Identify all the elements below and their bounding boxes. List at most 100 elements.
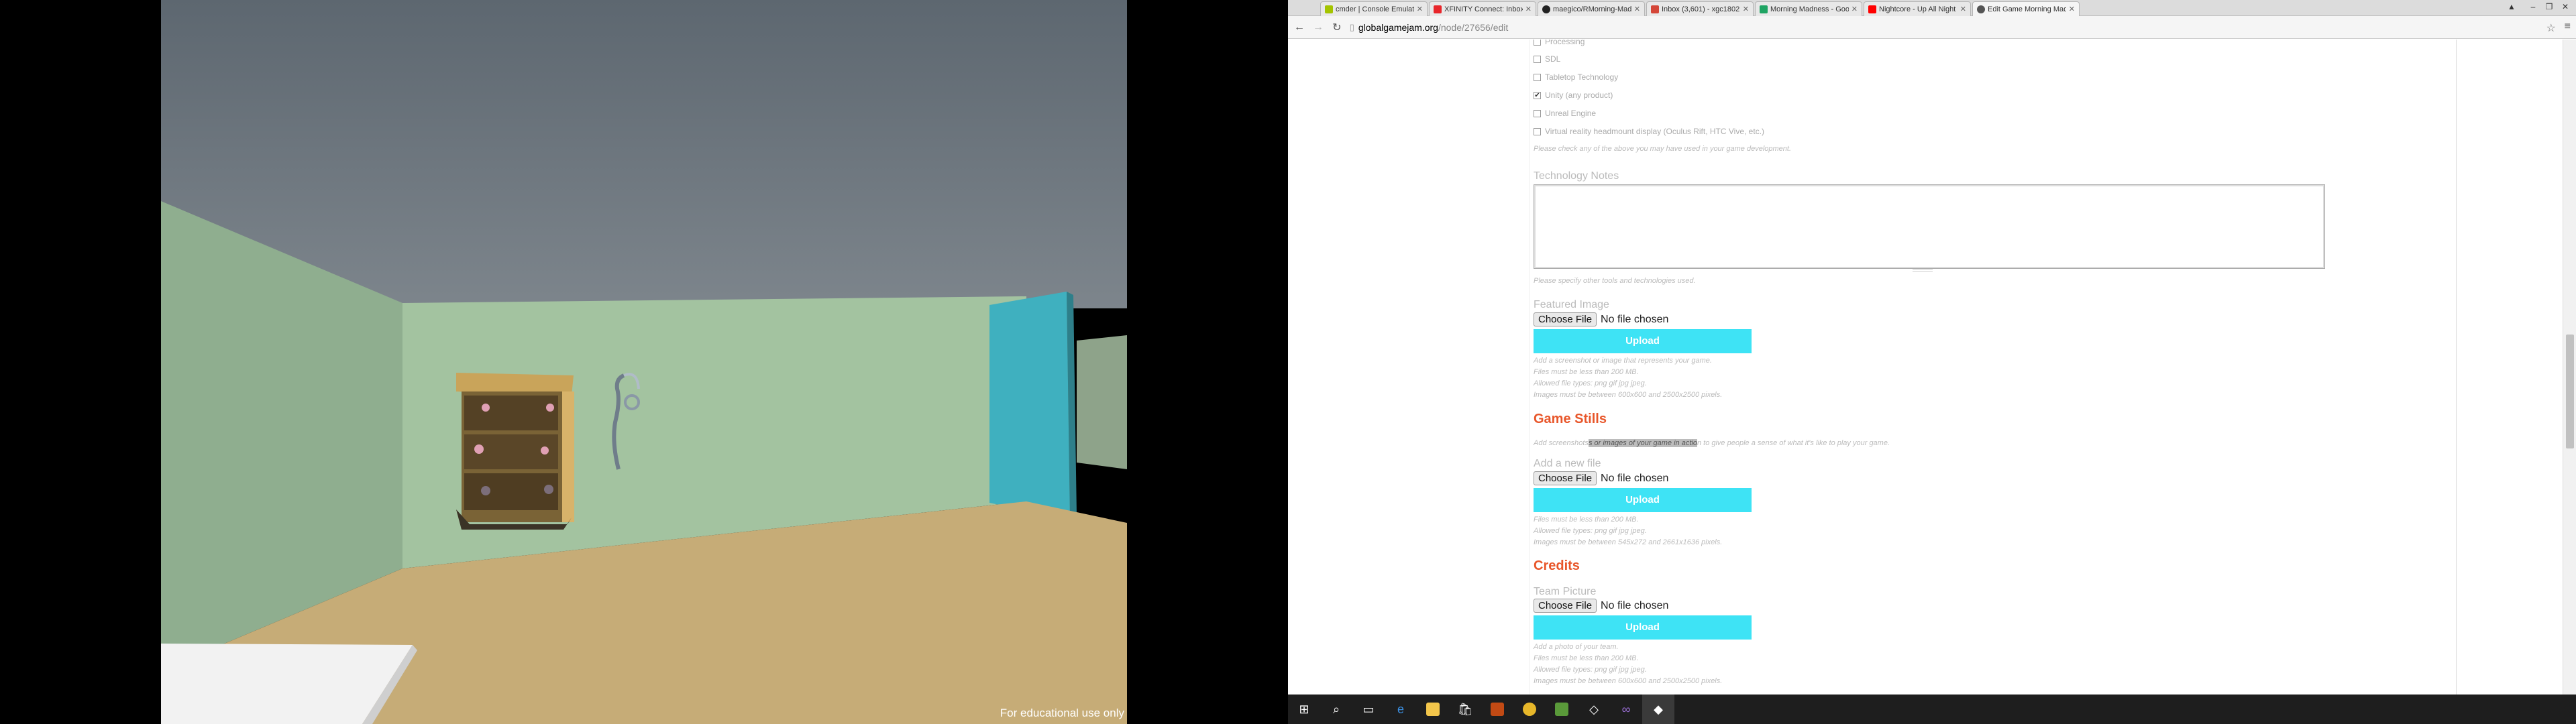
unity-icon[interactable]: ◇ [1578, 695, 1610, 724]
checkbox[interactable] [1534, 55, 1541, 63]
file-explorer-icon[interactable] [1417, 695, 1449, 724]
close-icon[interactable]: ✕ [1417, 5, 1423, 13]
tab-cmder[interactable]: cmder | Console Emulator ✕ [1320, 1, 1428, 16]
tab-title: XFINITY Connect: Inbox | X [1444, 5, 1523, 13]
visual-studio-icon[interactable]: ∞ [1610, 695, 1642, 724]
store-icon[interactable]: 🛍 [1449, 695, 1481, 724]
tab-xfinity[interactable]: XFINITY Connect: Inbox | X ✕ [1429, 1, 1536, 16]
minecraft-icon[interactable] [1546, 695, 1578, 724]
tab-youtube[interactable]: Nightcore - Up All Night ✕ [1864, 1, 1971, 16]
tech-notes-textarea[interactable] [1534, 184, 2325, 269]
cmder-icon [1325, 5, 1333, 13]
outside-area [1077, 335, 1127, 469]
reload-icon[interactable]: ↻ [1331, 21, 1343, 34]
stills-help: Files must be less than 200 MB. [1534, 516, 1639, 524]
tab-edit-game[interactable]: Edit Game Morning Madn ✕ [1972, 1, 2080, 16]
credits-help: Files must be less than 200 MB. [1534, 654, 1639, 662]
upload-button[interactable]: Upload [1534, 615, 1752, 640]
task-view-icon[interactable]: ▭ [1352, 695, 1385, 724]
tech-notes-label: Technology Notes [1534, 170, 1619, 182]
search-icon[interactable]: ⌕ [1320, 695, 1352, 724]
tab-strip: cmder | Console Emulator ✕ XFINITY Conne… [1288, 0, 2576, 16]
close-icon[interactable]: ✕ [1525, 5, 1532, 13]
chrome-menu-icon[interactable]: ≡ [2565, 21, 2571, 33]
unity-editor-icon[interactable]: ◆ [1642, 695, 1674, 724]
checkbox-checked[interactable]: ✔ [1534, 91, 1541, 99]
checkbox[interactable] [1534, 127, 1541, 135]
ceiling [161, 0, 1127, 308]
team-picture-file: Choose File No file chosen [1534, 599, 1668, 613]
checkbox[interactable] [1534, 73, 1541, 81]
choose-file-button[interactable]: Choose File [1534, 599, 1597, 613]
github-icon [1542, 5, 1550, 13]
close-icon[interactable]: ✕ [2069, 5, 2075, 13]
featured-help: Add a screenshot or image that represent… [1534, 357, 1712, 365]
stills-help: Allowed file types: png gif jpg jpeg. [1534, 527, 1647, 535]
featured-help: Allowed file types: png gif jpg jpeg. [1534, 379, 1647, 387]
chrome-icon[interactable] [1513, 695, 1546, 724]
window-close-icon[interactable]: ✕ [2555, 0, 2576, 13]
checkbox[interactable] [1534, 109, 1541, 117]
tab-drive[interactable]: Morning Madness - Goog ✕ [1755, 1, 1862, 16]
edit-game-form: Processing SDL Tabletop Technology ✔ Uni… [1529, 40, 2457, 695]
tech-option[interactable]: Tabletop Technology [1534, 72, 1618, 82]
close-icon[interactable]: ✕ [1634, 5, 1640, 13]
file-status: No file chosen [1601, 599, 1669, 611]
tech-option[interactable]: Processing [1534, 40, 1585, 46]
tech-option[interactable]: Unreal Engine [1534, 109, 1596, 118]
credits-heading: Credits [1534, 558, 1580, 573]
close-icon[interactable]: ✕ [1851, 5, 1858, 13]
choose-file-button[interactable]: Choose File [1534, 471, 1597, 485]
dresser [456, 373, 574, 530]
edge-icon[interactable]: e [1385, 695, 1417, 724]
back-icon[interactable]: ← [1293, 21, 1305, 34]
forward-icon[interactable]: → [1312, 21, 1324, 34]
ggj-icon [1977, 5, 1985, 13]
upload-button[interactable]: Upload [1534, 488, 1752, 512]
game-scene [161, 0, 1127, 724]
game-stills-desc: Add screenshotss or images of your game … [1534, 439, 1890, 447]
browser-toolbar: ← → ↻ ▯ globalgamejam.org/node/27656/edi… [1288, 16, 2576, 39]
close-icon[interactable]: ✕ [1960, 5, 1966, 13]
tab-title: maegico/RMorning-Madn [1553, 5, 1631, 13]
tech-option-label: Unreal Engine [1545, 109, 1597, 118]
choose-file-button[interactable]: Choose File [1534, 312, 1597, 326]
team-picture-label: Team Picture [1534, 586, 1597, 597]
upload-button[interactable]: Upload [1534, 329, 1752, 353]
page-scrollbar[interactable] [2563, 40, 2576, 695]
drive-icon [1760, 5, 1768, 13]
gmail-icon [1651, 5, 1659, 13]
tech-option-label: Processing [1545, 40, 1585, 46]
bookmark-star-icon[interactable]: ☆ [2546, 21, 2556, 35]
url-host: globalgamejam.org [1358, 21, 1438, 33]
start-icon[interactable]: ⊞ [1288, 695, 1320, 724]
game-viewport[interactable]: For educational use only [161, 0, 1127, 724]
tech-option[interactable]: ✔ Unity (any product) [1534, 90, 1613, 100]
stills-help: Images must be between 545x272 and 2661x… [1534, 538, 1723, 546]
game-stills-file: Choose File No file chosen [1534, 471, 1668, 485]
scrollbar-thumb[interactable] [2566, 335, 2574, 448]
credits-help: Images must be between 600x600 and 2500x… [1534, 677, 1723, 685]
console-icon[interactable] [1481, 695, 1513, 724]
credits-help: Allowed file types: png gif jpg jpeg. [1534, 666, 1647, 674]
resize-grip[interactable] [1913, 269, 1933, 272]
left-monitor: For educational use only [0, 0, 1288, 724]
profile-icon[interactable]: ▲ [2501, 0, 2522, 13]
tech-help: Please check any of the above you may ha… [1534, 145, 1792, 153]
tab-title: Edit Game Morning Madn [1988, 5, 2066, 13]
address-bar[interactable]: ▯ globalgamejam.org/node/27656/edit [1350, 19, 2571, 36]
checkbox[interactable] [1534, 40, 1541, 46]
tab-gmail[interactable]: Inbox (3,601) - xgc1802@ ✕ [1646, 1, 1754, 16]
url-path: /node/27656/edit [1438, 21, 1509, 33]
tab-title: cmder | Console Emulator [1336, 5, 1414, 13]
tab-title: Nightcore - Up All Night [1879, 5, 1956, 13]
tech-option[interactable]: SDL [1534, 54, 1560, 64]
featured-image-label: Featured Image [1534, 299, 1609, 310]
selected-text: s or images of your game in actio [1588, 439, 1697, 447]
tech-option-label: Virtual reality headmount display (Oculu… [1545, 127, 1765, 136]
featured-image-file: Choose File No file chosen [1534, 312, 1668, 326]
tech-option[interactable]: Virtual reality headmount display (Oculu… [1534, 127, 1764, 136]
right-monitor: cmder | Console Emulator ✕ XFINITY Conne… [1288, 0, 2576, 724]
tab-github[interactable]: maegico/RMorning-Madn ✕ [1538, 1, 1645, 16]
close-icon[interactable]: ✕ [1743, 5, 1749, 13]
